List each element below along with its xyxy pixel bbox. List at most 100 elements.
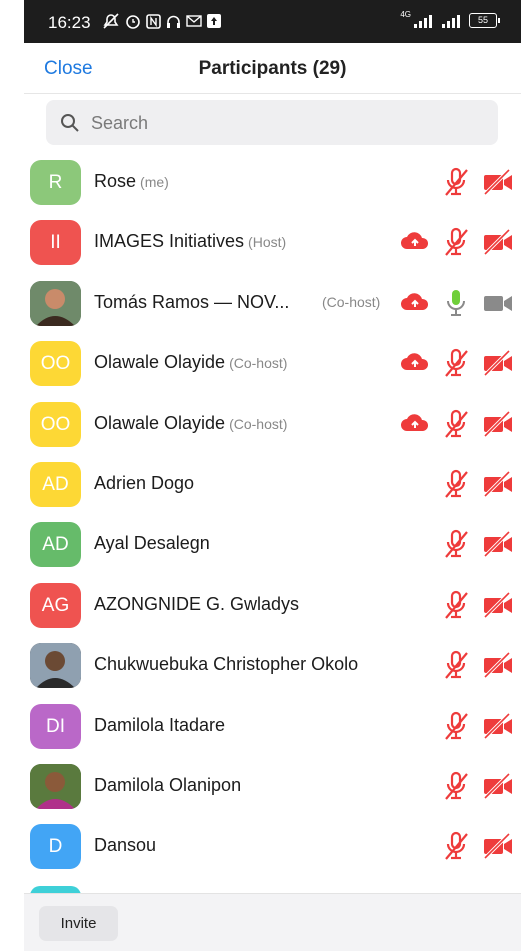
participant-row[interactable]: DI Damilola Itadare (24, 696, 521, 756)
search-icon (61, 114, 79, 132)
email-icon (186, 15, 202, 27)
participant-name: Dansou (94, 835, 156, 856)
participant-name: Adrien Dogo (94, 473, 194, 494)
participant-row[interactable]: OO Olawale Olayide (Co-host) (24, 394, 521, 454)
participant-name: IMAGES Initiatives (Host) (94, 231, 286, 252)
video-off-icon[interactable] (482, 348, 514, 383)
avatar-initials: OO (40, 353, 71, 374)
battery-icon: 55 (469, 13, 500, 28)
page-title: Participants (29) (198, 58, 347, 79)
video-off-icon[interactable] (482, 227, 514, 262)
avatar: R (30, 160, 81, 205)
participant-row[interactable]: D Dansou (24, 816, 521, 876)
cloud-recording-icon (399, 227, 431, 262)
avatar (30, 281, 81, 326)
participant-name: Chukwuebuka Christopher Okolo (94, 654, 358, 675)
avatar-initials: D (48, 836, 63, 857)
network-type: 4G (400, 10, 411, 19)
mic-muted-icon[interactable] (443, 227, 471, 262)
muted-notification-icon (103, 13, 119, 29)
participant-name-text: AZONGNIDE G. Gwladys (94, 594, 300, 614)
participant-name-text: Damilola Olanipon (94, 775, 242, 795)
avatar: OO (30, 341, 81, 386)
avatar: D (30, 824, 81, 869)
participant-role: (me) (140, 174, 169, 190)
avatar: AD (30, 462, 81, 507)
nfc-icon (146, 13, 161, 29)
avatar (30, 643, 81, 688)
avatar (30, 764, 81, 809)
participant-name-text: Dansou (94, 835, 157, 855)
video-off-icon[interactable] (482, 771, 514, 806)
participant-name: Olawale Olayide (Co-host) (94, 413, 287, 434)
status-right-icons: 4G 55 (400, 10, 500, 28)
status-bar: 16:23 4G 55 (24, 0, 521, 43)
video-off-icon[interactable] (482, 409, 514, 444)
cloud-recording-icon (399, 409, 431, 444)
participant-name: Ayal Desalegn (94, 533, 210, 554)
headset-icon (167, 15, 180, 28)
avatar-initials: AD (42, 534, 69, 555)
status-notification-icons (102, 13, 221, 29)
avatar-initials: AG (41, 595, 70, 616)
avatar: AD (30, 522, 81, 567)
participant-name-text: Rose (94, 171, 137, 191)
header: Close Participants (29) (24, 43, 521, 94)
video-off-icon[interactable] (482, 711, 514, 746)
mic-muted-icon[interactable] (443, 590, 471, 625)
mic-icon[interactable] (443, 288, 471, 323)
mic-muted-icon[interactable] (443, 771, 471, 806)
mic-muted-icon[interactable] (443, 469, 471, 504)
mic-muted-icon[interactable] (443, 167, 471, 202)
mic-muted-icon[interactable] (443, 348, 471, 383)
invite-button[interactable]: Invite (39, 906, 118, 941)
avatar-initials: R (48, 172, 63, 193)
participant-name-text: Olawale Olayide (94, 352, 226, 372)
mic-muted-icon[interactable] (443, 409, 471, 444)
participant-name-text: Ayal Desalegn (94, 533, 210, 553)
video-off-icon[interactable] (482, 469, 514, 504)
participant-role: (Co-host) (229, 416, 288, 432)
signal-2-icon (442, 14, 460, 28)
participant-row[interactable]: AD Ayal Desalegn (24, 514, 521, 574)
video-icon[interactable] (482, 288, 514, 323)
video-off-icon[interactable] (482, 590, 514, 625)
search-input[interactable]: Search (46, 100, 498, 145)
participant-row[interactable]: AG AZONGNIDE G. Gwladys (24, 575, 521, 635)
participant-role: (Co-host) (229, 355, 288, 371)
mic-muted-icon[interactable] (443, 711, 471, 746)
participant-name-text: Damilola Itadare (94, 715, 226, 735)
participant-name: Olawale Olayide (Co-host) (94, 352, 287, 373)
mic-muted-icon[interactable] (443, 831, 471, 866)
video-off-icon[interactable] (482, 167, 514, 202)
participant-name-text: Chukwuebuka Christopher Okolo (94, 654, 359, 674)
participant-row[interactable]: II IMAGES Initiatives (Host) (24, 212, 521, 272)
participant-row[interactable]: Tomás Ramos — NOV... (Co-host) (24, 273, 521, 333)
participant-name-text: IMAGES Initiatives (94, 231, 245, 251)
avatar-initials: II (50, 232, 61, 253)
cloud-recording-icon (399, 288, 431, 323)
battery-level: 55 (477, 15, 488, 25)
avatar: AG (30, 583, 81, 628)
video-off-icon[interactable] (482, 650, 514, 685)
search-placeholder: Search (91, 113, 149, 133)
participant-name: Damilola Itadare (94, 715, 225, 736)
participant-row[interactable]: R Rose (me) (24, 152, 521, 212)
avatar-initials: AD (42, 474, 69, 495)
mic-muted-icon[interactable] (443, 529, 471, 564)
participant-name: AZONGNIDE G. Gwladys (94, 594, 299, 615)
avatar: OO (30, 402, 81, 447)
participant-row[interactable]: OO Olawale Olayide (Co-host) (24, 333, 521, 393)
mic-muted-icon[interactable] (443, 650, 471, 685)
participant-row[interactable]: Chukwuebuka Christopher Okolo (24, 635, 521, 695)
participant-row[interactable]: AD Adrien Dogo (24, 454, 521, 514)
video-off-icon[interactable] (482, 831, 514, 866)
avatar: DI (30, 704, 81, 749)
cloud-recording-icon (399, 348, 431, 383)
participant-row[interactable]: Damilola Olanipon (24, 756, 521, 816)
participants-screen: 16:23 4G 55 Close Participants (29) Sear… (24, 0, 521, 951)
video-off-icon[interactable] (482, 529, 514, 564)
participant-name-text: Olawale Olayide (94, 413, 226, 433)
participant-name: Damilola Olanipon (94, 775, 241, 796)
signal-icon (414, 14, 432, 28)
